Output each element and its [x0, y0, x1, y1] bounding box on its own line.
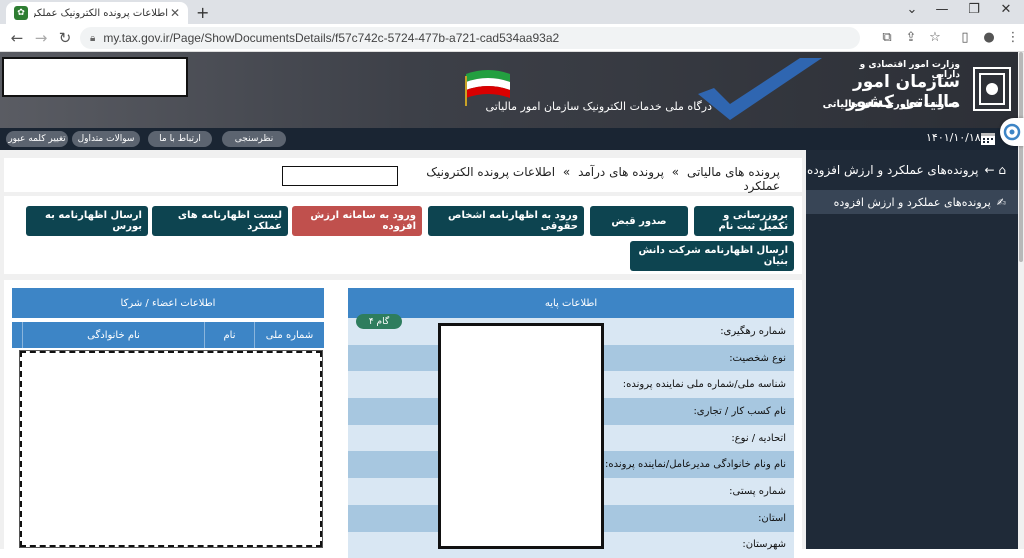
- issue-bill-button[interactable]: صدور قبض: [590, 206, 688, 236]
- translate-icon[interactable]: ⧉: [878, 30, 896, 45]
- breadcrumb-income-files[interactable]: پرونده های درآمد: [578, 165, 664, 179]
- menu-kebab-icon[interactable]: ⋮: [1004, 30, 1022, 45]
- scrollbar-thumb[interactable]: [1019, 52, 1023, 262]
- url-field[interactable]: 🔒︎ my.tax.gov.ir/Page/ShowDocumentsDetai…: [80, 27, 860, 49]
- survey-link[interactable]: نظرسنجی: [222, 131, 286, 147]
- redacted-box: [282, 166, 398, 186]
- redacted-box: [2, 57, 188, 97]
- column-national-id[interactable]: شماره ملی: [254, 322, 324, 348]
- column-first-name[interactable]: نام: [204, 322, 254, 348]
- vat-system-button[interactable]: ورود به سامانه ارزش افزوده: [292, 206, 422, 236]
- side-panel-icon[interactable]: ▯: [956, 30, 974, 45]
- close-window-icon[interactable]: ✕: [996, 2, 1016, 17]
- browser-tab[interactable]: ✿ اطلاعات پرونده الکترونیک عملکرد: ... ✕: [6, 2, 188, 24]
- deputy-label: معاونت فناوری های مالیاتی: [820, 99, 960, 110]
- redacted-box: [438, 323, 604, 549]
- portal-title: درگاه ملی خدمات الکترونیک سازمان امور ما…: [482, 100, 712, 113]
- send-return-to-exchange-button[interactable]: ارسال اظهارنامه به بورس: [26, 206, 148, 236]
- change-password-link[interactable]: تغییر کلمه عبور: [6, 131, 68, 147]
- header-spacer: [12, 322, 22, 348]
- sidebar-item-label: پرونده‌های عملکرد و ارزش افزوده: [834, 196, 991, 209]
- share-icon[interactable]: ⇪: [902, 30, 920, 45]
- minimize-icon[interactable]: —: [932, 2, 952, 17]
- restore-icon[interactable]: ❐: [964, 2, 984, 17]
- forward-icon[interactable]: →: [32, 29, 50, 47]
- profile-avatar-icon[interactable]: ●: [980, 30, 998, 45]
- site-favicon-icon: ✿: [14, 6, 28, 20]
- url-text: my.tax.gov.ir/Page/ShowDocumentsDetails/…: [103, 31, 559, 45]
- members-table-header: شماره ملی نام نام خانوادگی: [12, 322, 324, 348]
- hand-document-icon: ✍: [997, 196, 1006, 209]
- sidebar-heading-label: پرونده‌های عملکرد و ارزش افزوده: [807, 163, 978, 177]
- address-bar: ← → ↻ 🔒︎ my.tax.gov.ir/Page/ShowDocument…: [0, 24, 1024, 52]
- home-icon: ⌂ ←: [985, 163, 1007, 177]
- lock-icon: 🔒︎: [90, 33, 95, 44]
- redacted-box: [20, 351, 322, 547]
- calendar-icon: [980, 130, 996, 146]
- back-icon[interactable]: ←: [8, 29, 26, 47]
- tab-search-icon[interactable]: ⌄: [902, 2, 922, 17]
- sidebar-heading[interactable]: ⌂ ← پرونده‌های عملکرد و ارزش افزوده: [806, 158, 1018, 182]
- breadcrumb-separator: »: [563, 165, 570, 179]
- breadcrumb-tax-files[interactable]: پرونده های مالیاتی: [687, 165, 780, 179]
- members-panel-title: اطلاعات اعضاء / شرکا: [12, 288, 324, 318]
- tax-org-emblem-icon: [970, 64, 1014, 114]
- accessibility-widget-icon[interactable]: [1000, 118, 1024, 146]
- faq-link[interactable]: سوالات متداول: [72, 131, 140, 147]
- sidebar-item-performance-files[interactable]: ✍ پرونده‌های عملکرد و ارزش افزوده: [806, 190, 1018, 214]
- new-tab-icon[interactable]: +: [196, 3, 209, 22]
- performance-returns-list-button[interactable]: لیست اظهارنامه های عملکرد: [152, 206, 288, 236]
- legal-entity-return-button[interactable]: ورود به اظهارنامه اشخاص حقوقی: [428, 206, 584, 236]
- contact-link[interactable]: ارتباط با ما: [148, 131, 212, 147]
- knowledge-based-return-button[interactable]: ارسال اظهارنامه شرکت دانش بنیان: [630, 241, 794, 271]
- bookmark-star-icon[interactable]: ☆: [926, 30, 944, 45]
- basic-info-panel-title: اطلاعات پایه: [348, 288, 794, 318]
- column-last-name[interactable]: نام خانوادگی: [22, 322, 204, 348]
- step-badge: گام ۴: [356, 314, 402, 329]
- current-date: ۱۴۰۱/۱۰/۱۸: [926, 131, 976, 144]
- breadcrumb: پرونده های مالیاتی » پرونده های درآمد » …: [400, 165, 780, 193]
- reload-icon[interactable]: ↻: [56, 29, 74, 47]
- breadcrumb-separator: »: [672, 165, 679, 179]
- close-tab-icon[interactable]: ✕: [168, 6, 182, 20]
- update-registration-button[interactable]: بروزرسانی و تکمیل ثبت نام: [694, 206, 794, 236]
- tab-title: اطلاعات پرونده الکترونیک عملکرد: ...: [34, 8, 168, 19]
